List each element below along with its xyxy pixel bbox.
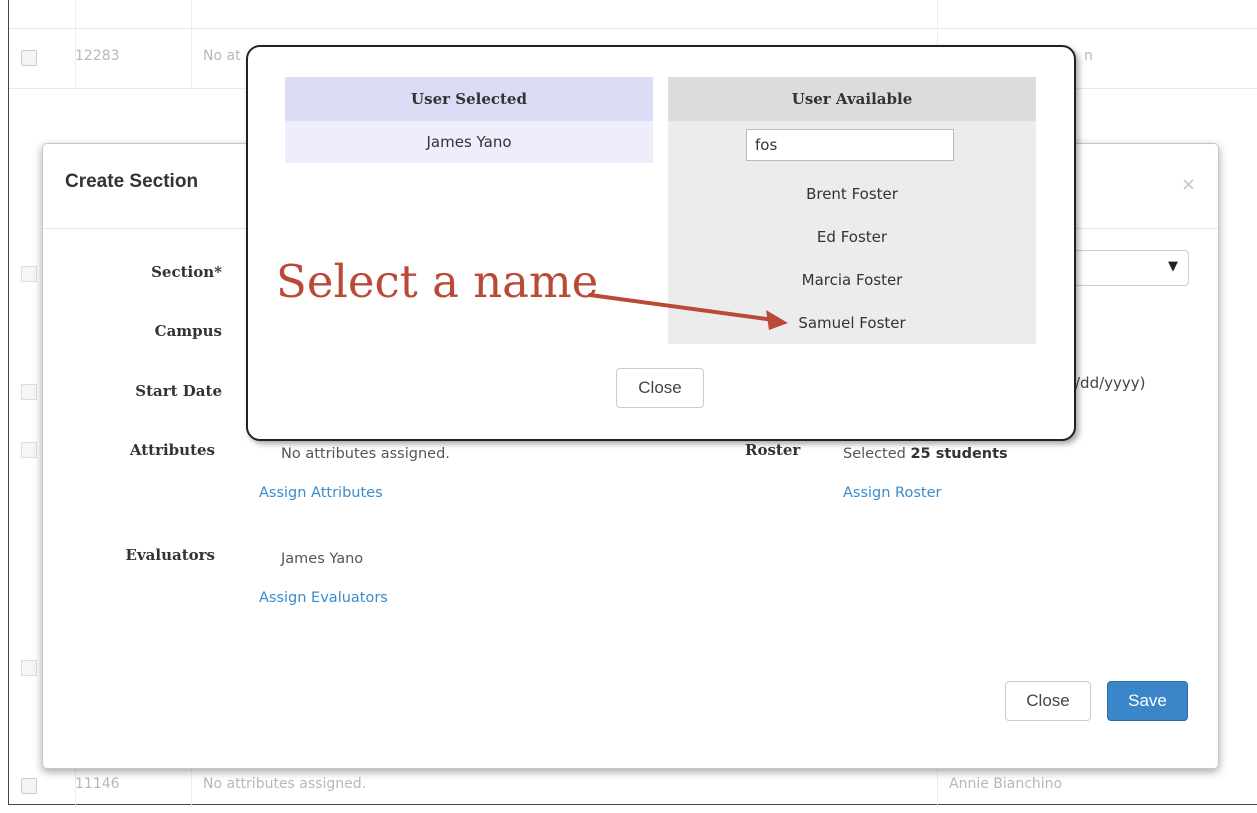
attributes-value: No attributes assigned. bbox=[281, 446, 450, 462]
dialog-title: Create Section bbox=[65, 171, 199, 192]
user-available-header: User Available bbox=[668, 77, 1036, 121]
caret-down-icon: ▼ bbox=[1168, 259, 1178, 274]
assign-evaluators-link[interactable]: Assign Evaluators bbox=[259, 590, 388, 606]
row-id: 12283 bbox=[75, 48, 120, 64]
available-user-item[interactable]: Ed Foster bbox=[668, 228, 1036, 271]
user-search-input[interactable] bbox=[746, 129, 954, 161]
row-checkbox[interactable] bbox=[21, 442, 37, 458]
assign-roster-link[interactable]: Assign Roster bbox=[843, 485, 941, 501]
start-date-label: Start Date bbox=[135, 382, 222, 400]
campus-label: Campus bbox=[154, 322, 222, 340]
date-format-hint: /dd/yyyy) bbox=[1075, 374, 1146, 392]
row-checkbox[interactable] bbox=[21, 50, 37, 66]
roster-count: 25 students bbox=[910, 446, 1008, 462]
row-text: No at bbox=[203, 48, 241, 64]
row-checkbox[interactable] bbox=[21, 384, 37, 400]
roster-label: Roster bbox=[745, 441, 801, 459]
roster-value: Selected 25 students bbox=[843, 446, 1008, 462]
user-selected-pane: User Selected James Yano bbox=[285, 77, 653, 163]
table-row bbox=[9, 0, 1257, 29]
annotation-arrow-icon bbox=[588, 293, 788, 330]
row-checkbox[interactable] bbox=[21, 778, 37, 794]
row-checkbox[interactable] bbox=[21, 266, 37, 282]
close-icon[interactable]: × bbox=[1181, 174, 1196, 195]
row-id: 11146 bbox=[75, 776, 120, 792]
annotation-text: Select a name bbox=[276, 255, 599, 308]
evaluator-name: James Yano bbox=[281, 551, 364, 567]
user-picker-dialog: User Selected James Yano User Available … bbox=[246, 45, 1076, 441]
evaluators-label: Evaluators bbox=[125, 546, 215, 564]
save-button[interactable]: Save bbox=[1107, 681, 1188, 721]
section-label: Section* bbox=[151, 263, 222, 281]
available-user-item[interactable]: Brent Foster bbox=[668, 185, 1036, 228]
assign-attributes-link[interactable]: Assign Attributes bbox=[259, 485, 383, 501]
user-selected-header: User Selected bbox=[285, 77, 653, 121]
row-right: n bbox=[1084, 48, 1093, 64]
row-checkbox[interactable] bbox=[21, 660, 37, 676]
attributes-label: Attributes bbox=[129, 441, 215, 459]
selected-user-item[interactable]: James Yano bbox=[285, 133, 653, 151]
picker-close-button[interactable]: Close bbox=[616, 368, 704, 408]
row-right: Annie Bianchino bbox=[949, 776, 1063, 792]
table-row: 11146 No attributes assigned. Annie Bian… bbox=[9, 764, 1257, 806]
row-text: No attributes assigned. bbox=[203, 776, 367, 792]
close-button[interactable]: Close bbox=[1005, 681, 1091, 721]
roster-prefix: Selected bbox=[843, 446, 911, 462]
section-select[interactable]: ▼ bbox=[1063, 250, 1189, 286]
